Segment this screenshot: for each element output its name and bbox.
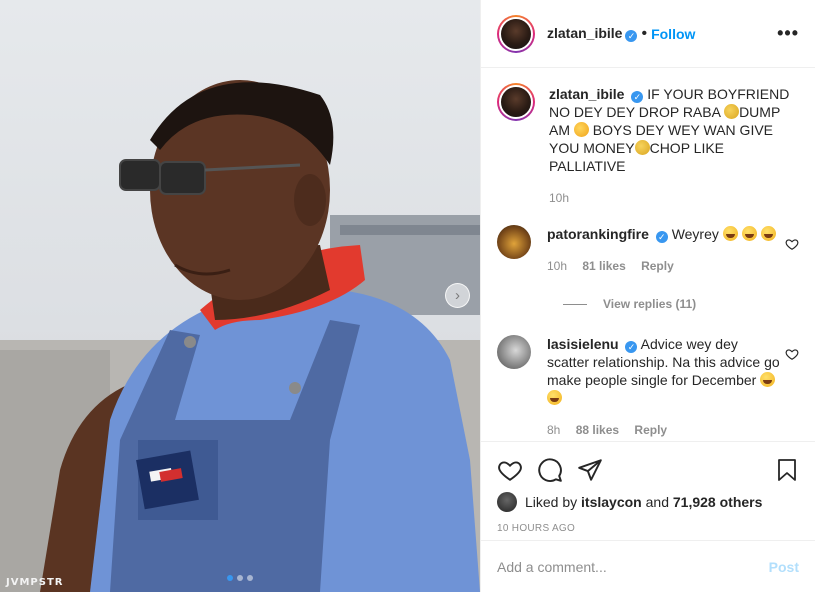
post-actions: Liked by itslaycon and 71,928 others 10 … xyxy=(481,441,815,534)
post-header: zlatan_ibile ✓ • Follow ••• xyxy=(481,0,815,68)
more-icon[interactable]: ••• xyxy=(777,23,799,44)
carousel-dot xyxy=(237,575,243,581)
divider xyxy=(563,303,587,305)
comment-item: patorankingfire ✓ Weyrey 10h 81 likes Re… xyxy=(497,225,799,275)
avatar[interactable] xyxy=(497,335,531,369)
carousel-dot xyxy=(247,575,253,581)
comment-time[interactable]: 8h xyxy=(547,423,560,437)
liked-prefix: Liked by xyxy=(525,494,578,510)
author-username[interactable]: zlatan_ibile ✓ xyxy=(547,25,638,42)
heart-icon[interactable] xyxy=(497,457,523,483)
comment-time[interactable]: 10h xyxy=(547,259,567,273)
caption-username[interactable]: zlatan_ibile xyxy=(549,86,624,102)
photo-illustration xyxy=(0,80,480,592)
comment-item: lasisielenu ✓ Advice wey dey scatter rel… xyxy=(497,335,799,439)
comment-likes[interactable]: 88 likes xyxy=(576,423,619,437)
follow-button[interactable]: Follow xyxy=(651,26,695,42)
separator: • xyxy=(641,24,648,42)
comment-meta: 8h 88 likes Reply xyxy=(547,421,781,439)
view-replies-label[interactable]: View replies (11) xyxy=(603,297,696,311)
add-comment-form: Post xyxy=(481,540,815,592)
photo-watermark: JVMPSTR xyxy=(6,577,64,588)
verified-icon: ✓ xyxy=(625,30,638,42)
joy-emoji-icon xyxy=(741,226,757,241)
liked-and: and xyxy=(645,494,669,510)
author-username-text[interactable]: zlatan_ibile xyxy=(547,25,622,41)
likes-summary: Liked by itslaycon and 71,928 others xyxy=(497,492,799,512)
joy-emoji-icon xyxy=(760,372,776,387)
liked-count-link[interactable]: 71,928 others xyxy=(673,494,763,510)
avatar[interactable] xyxy=(497,225,531,259)
bookmark-icon[interactable] xyxy=(775,457,799,483)
reply-button[interactable]: Reply xyxy=(641,259,674,273)
share-icon[interactable] xyxy=(577,457,603,483)
liked-user-link[interactable]: itslaycon xyxy=(581,494,642,510)
post-photo[interactable]: JVMPSTR › xyxy=(0,0,480,592)
caption-time[interactable]: 10h xyxy=(549,191,569,205)
carousel-indicator xyxy=(227,575,253,581)
avatar[interactable] xyxy=(497,83,535,121)
post-button[interactable]: Post xyxy=(769,559,799,575)
like-comment-heart-icon[interactable] xyxy=(785,237,799,251)
post-timestamp[interactable]: 10 HOURS AGO xyxy=(497,523,799,534)
carousel-dot xyxy=(227,575,233,581)
caption-meta: 10h xyxy=(549,189,799,207)
verified-icon: ✓ xyxy=(625,341,638,353)
chevron-right-icon[interactable]: › xyxy=(445,283,470,308)
avatar[interactable] xyxy=(497,492,517,512)
comments-list[interactable]: zlatan_ibile ✓ IF YOUR BOYFRIEND NO DEY … xyxy=(481,69,815,440)
post-sidebar: zlatan_ibile ✓ • Follow ••• zlatan_ibile … xyxy=(480,0,815,592)
comment-likes[interactable]: 81 likes xyxy=(582,259,625,273)
action-bar xyxy=(497,450,799,490)
comment-input[interactable] xyxy=(497,558,769,575)
comment-username[interactable]: patorankingfire xyxy=(547,226,649,242)
comment-icon[interactable] xyxy=(537,457,563,483)
reply-button[interactable]: Reply xyxy=(634,423,667,437)
comment-username[interactable]: lasisielenu xyxy=(547,336,619,352)
money-bag-emoji-icon xyxy=(724,104,740,119)
joy-emoji-icon xyxy=(547,390,562,405)
verified-icon: ✓ xyxy=(655,231,668,243)
joy-emoji-icon xyxy=(722,226,738,241)
comment-text: Weyrey xyxy=(671,226,723,242)
caption: zlatan_ibile ✓ IF YOUR BOYFRIEND NO DEY … xyxy=(497,83,799,207)
joy-emoji-icon xyxy=(760,226,776,241)
verified-icon: ✓ xyxy=(631,91,644,103)
comment-meta: 10h 81 likes Reply xyxy=(547,257,781,275)
view-replies-button[interactable]: View replies (11) xyxy=(563,297,799,311)
avatar[interactable] xyxy=(497,14,535,53)
flushed-face-emoji-icon xyxy=(573,122,589,137)
like-comment-heart-icon[interactable] xyxy=(785,347,799,361)
money-bag-emoji-icon xyxy=(634,140,650,155)
